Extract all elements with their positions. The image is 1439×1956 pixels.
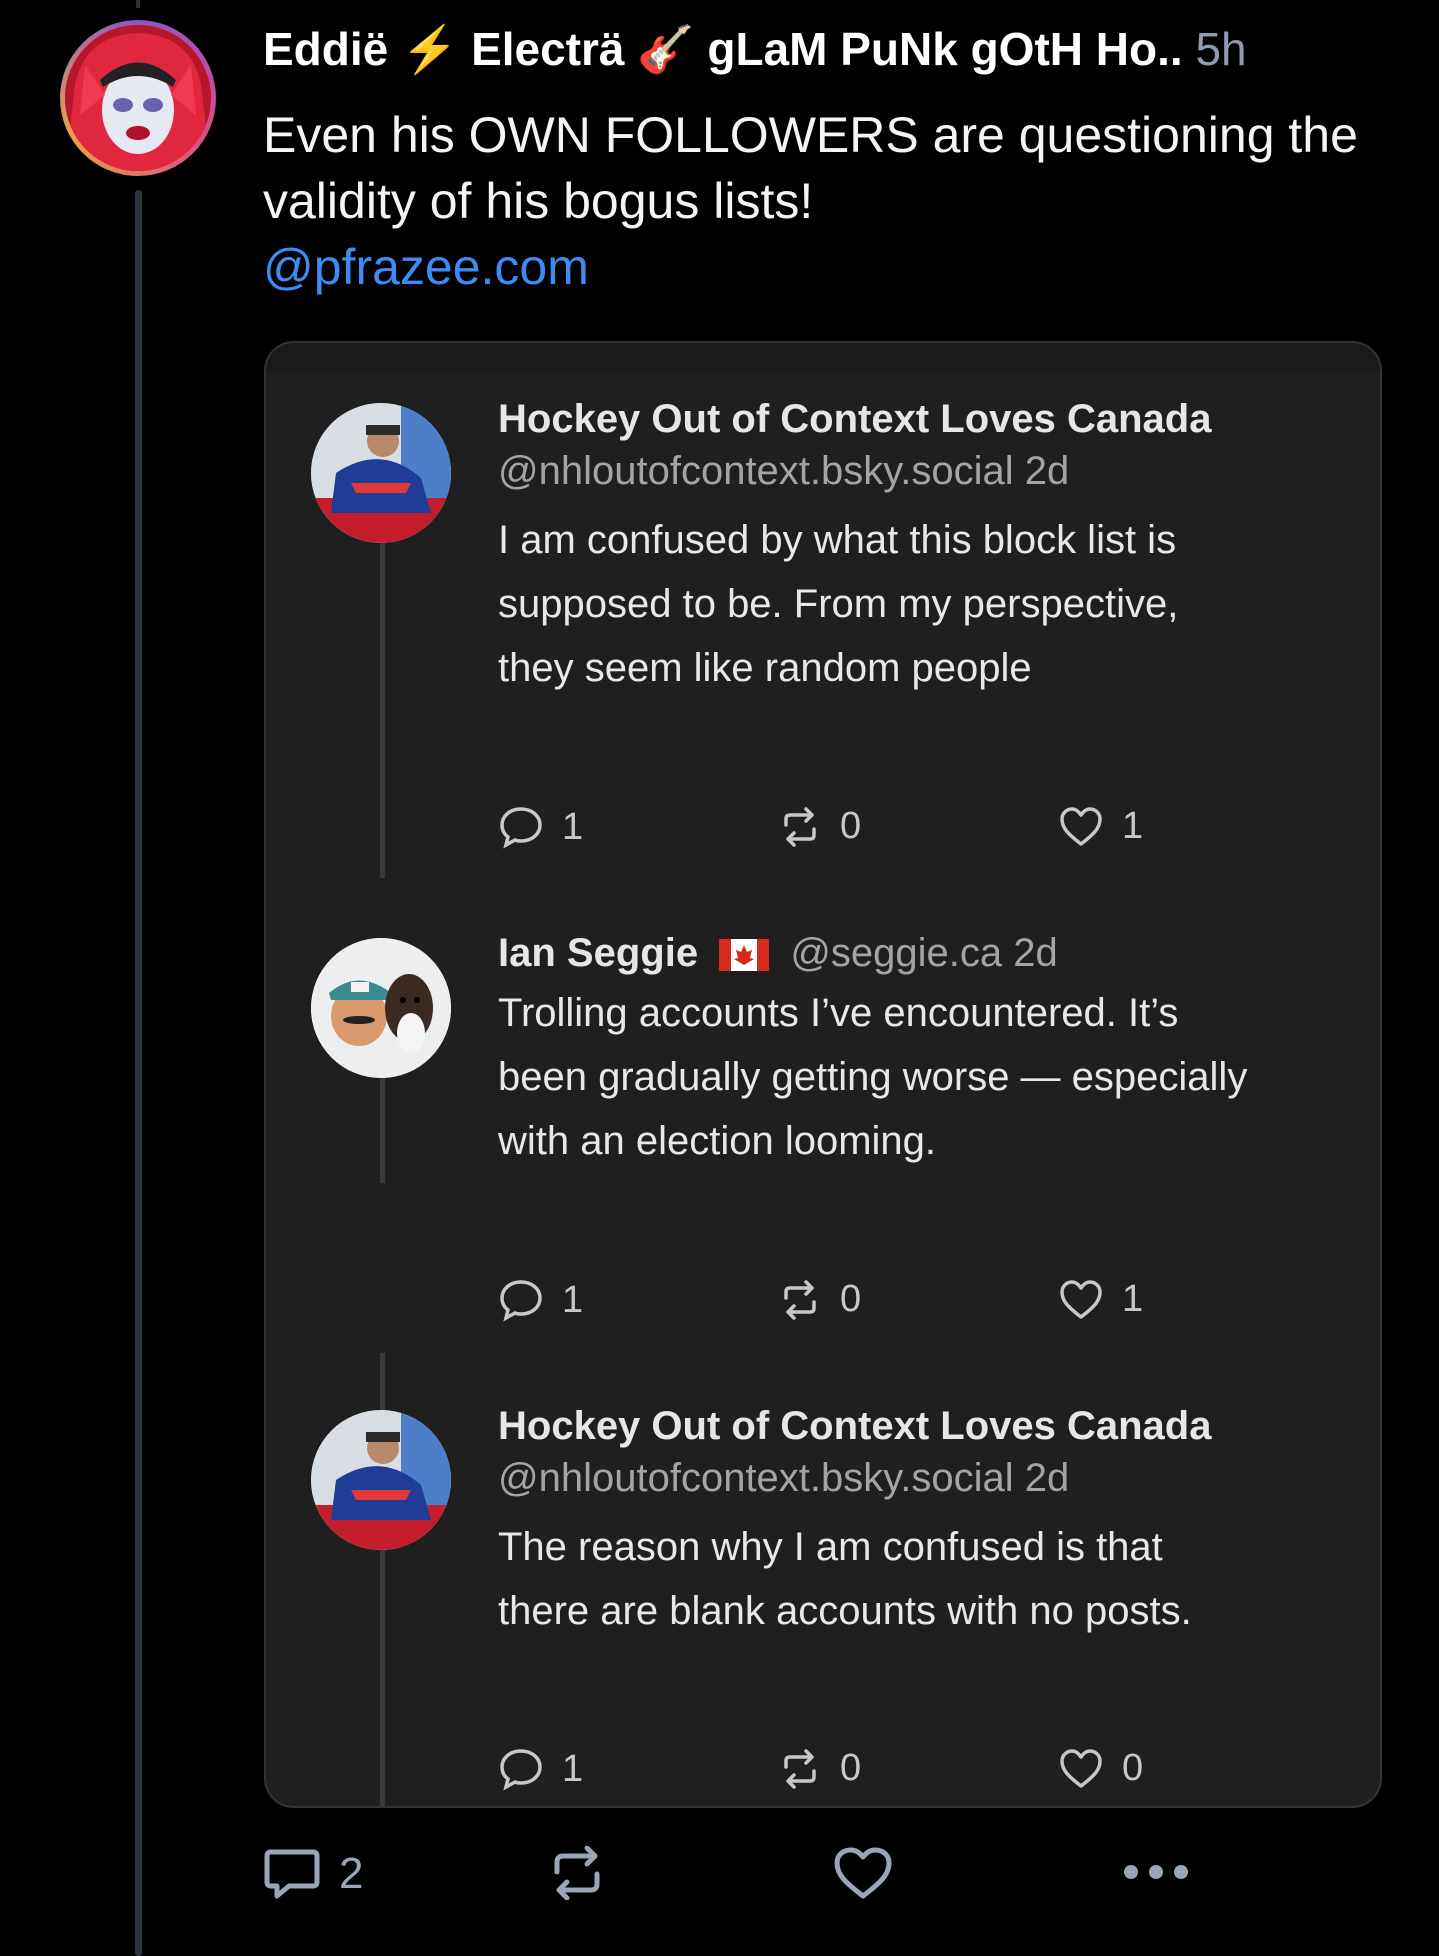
author-avatar[interactable] xyxy=(60,20,216,176)
post-actions: 2 xyxy=(263,1842,1393,1912)
reply-button[interactable]: 1 xyxy=(498,1278,583,1322)
reply-count: 1 xyxy=(562,805,584,848)
repost-icon xyxy=(784,1279,816,1320)
speech-bubble-icon xyxy=(500,1280,542,1322)
repost-icon xyxy=(554,1846,600,1900)
like-count: 0 xyxy=(1122,1747,1144,1789)
more-icon xyxy=(1124,1865,1188,1879)
like-button[interactable]: 1 xyxy=(1058,805,1143,848)
canada-flag-icon xyxy=(719,939,770,972)
comment-line: Trolling accounts I’ve encountered. It’s xyxy=(498,991,1179,1035)
comment-actions: 1 0 0 xyxy=(498,1747,1198,1797)
like-button[interactable]: 0 xyxy=(1058,1747,1143,1790)
comment-line: there are blank accounts with no posts. xyxy=(498,1589,1192,1633)
commenter-avatar[interactable] xyxy=(311,1410,451,1550)
reply-button[interactable]: 2 xyxy=(263,1846,363,1902)
heart-icon xyxy=(1060,1748,1102,1788)
more-options-button[interactable] xyxy=(1121,1862,1191,1882)
heart-icon xyxy=(1060,806,1102,846)
card-topbar xyxy=(266,343,1380,371)
repost-count: 0 xyxy=(840,1278,862,1320)
commenter-name[interactable]: Hockey Out of Context Loves Canada xyxy=(498,397,1211,442)
comment-line: with an election looming. xyxy=(498,1119,937,1163)
comment-text: Trolling accounts I’ve encountered. It’s… xyxy=(498,981,1358,1173)
comment-actions: 1 0 1 xyxy=(498,805,1198,855)
comment-line: I am confused by what this block list is xyxy=(498,518,1177,562)
post-time[interactable]: 5h xyxy=(1195,23,1246,75)
mention-link[interactable]: @pfrazee.com xyxy=(263,234,1383,300)
reply-count: 1 xyxy=(562,1747,584,1790)
repost-button[interactable]: 0 xyxy=(778,805,861,848)
commenter-handle[interactable]: @nhloutofcontext.bsky.social 2d xyxy=(498,449,1069,494)
repost-count: 0 xyxy=(840,805,862,847)
post-header: Eddiё ⚡ Electrä 🎸 gLaM PuNk gOtH Ho.. 5h xyxy=(263,22,1393,77)
commenter-avatar[interactable] xyxy=(311,938,451,1078)
comment-line: they seem like random people xyxy=(498,646,1032,690)
comment-line: been gradually getting worse — especiall… xyxy=(498,1055,1248,1099)
reply-button[interactable]: 1 xyxy=(498,1747,583,1791)
speech-bubble-icon xyxy=(500,807,542,849)
thread-line xyxy=(135,190,142,1956)
commenter-name[interactable]: Hockey Out of Context Loves Canada xyxy=(498,1404,1211,1449)
repost-button[interactable] xyxy=(549,1846,605,1900)
comment-text: I am confused by what this block list is… xyxy=(498,508,1358,700)
commenter-avatar[interactable] xyxy=(311,403,451,543)
heart-icon xyxy=(1060,1279,1102,1319)
repost-icon xyxy=(784,806,816,847)
comment-line: supposed to be. From my perspective, xyxy=(498,582,1179,626)
like-count: 1 xyxy=(1122,805,1144,847)
speech-bubble-icon xyxy=(500,1749,542,1791)
comment-line: The reason why I am confused is that xyxy=(498,1525,1163,1569)
heart-icon xyxy=(834,1847,892,1899)
like-button[interactable]: 1 xyxy=(1058,1278,1143,1321)
commenter-name[interactable]: Ian Seggie xyxy=(498,931,698,975)
speech-bubble-icon xyxy=(264,1849,320,1899)
post-text: Even his OWN FOLLOWERS are questioning t… xyxy=(263,107,1358,229)
post-body: Even his OWN FOLLOWERS are questioning t… xyxy=(263,102,1383,300)
reply-button[interactable]: 1 xyxy=(498,805,583,849)
repost-count: 0 xyxy=(840,1747,862,1789)
repost-button[interactable]: 0 xyxy=(778,1278,861,1321)
commenter-handle[interactable]: @seggie.ca 2d xyxy=(790,931,1057,975)
comment-text: The reason why I am confused is that the… xyxy=(498,1515,1358,1643)
reply-count: 2 xyxy=(339,1849,364,1898)
commenter-name-row: Ian Seggie @seggie.ca 2d xyxy=(498,931,1058,976)
quoted-thread-card[interactable]: Hockey Out of Context Loves Canada @nhlo… xyxy=(264,341,1382,1808)
commenter-handle[interactable]: @nhloutofcontext.bsky.social 2d xyxy=(498,1456,1069,1501)
repost-icon xyxy=(784,1748,816,1789)
like-button[interactable] xyxy=(833,1846,893,1900)
reply-count: 1 xyxy=(562,1278,584,1321)
thread-line-top xyxy=(136,0,140,8)
comment-actions: 1 0 1 xyxy=(498,1278,1198,1328)
repost-button[interactable]: 0 xyxy=(778,1747,861,1790)
like-count: 1 xyxy=(1122,1278,1144,1320)
author-name[interactable]: Eddiё ⚡ Electrä 🎸 gLaM PuNk gOtH Ho.. xyxy=(263,23,1183,75)
